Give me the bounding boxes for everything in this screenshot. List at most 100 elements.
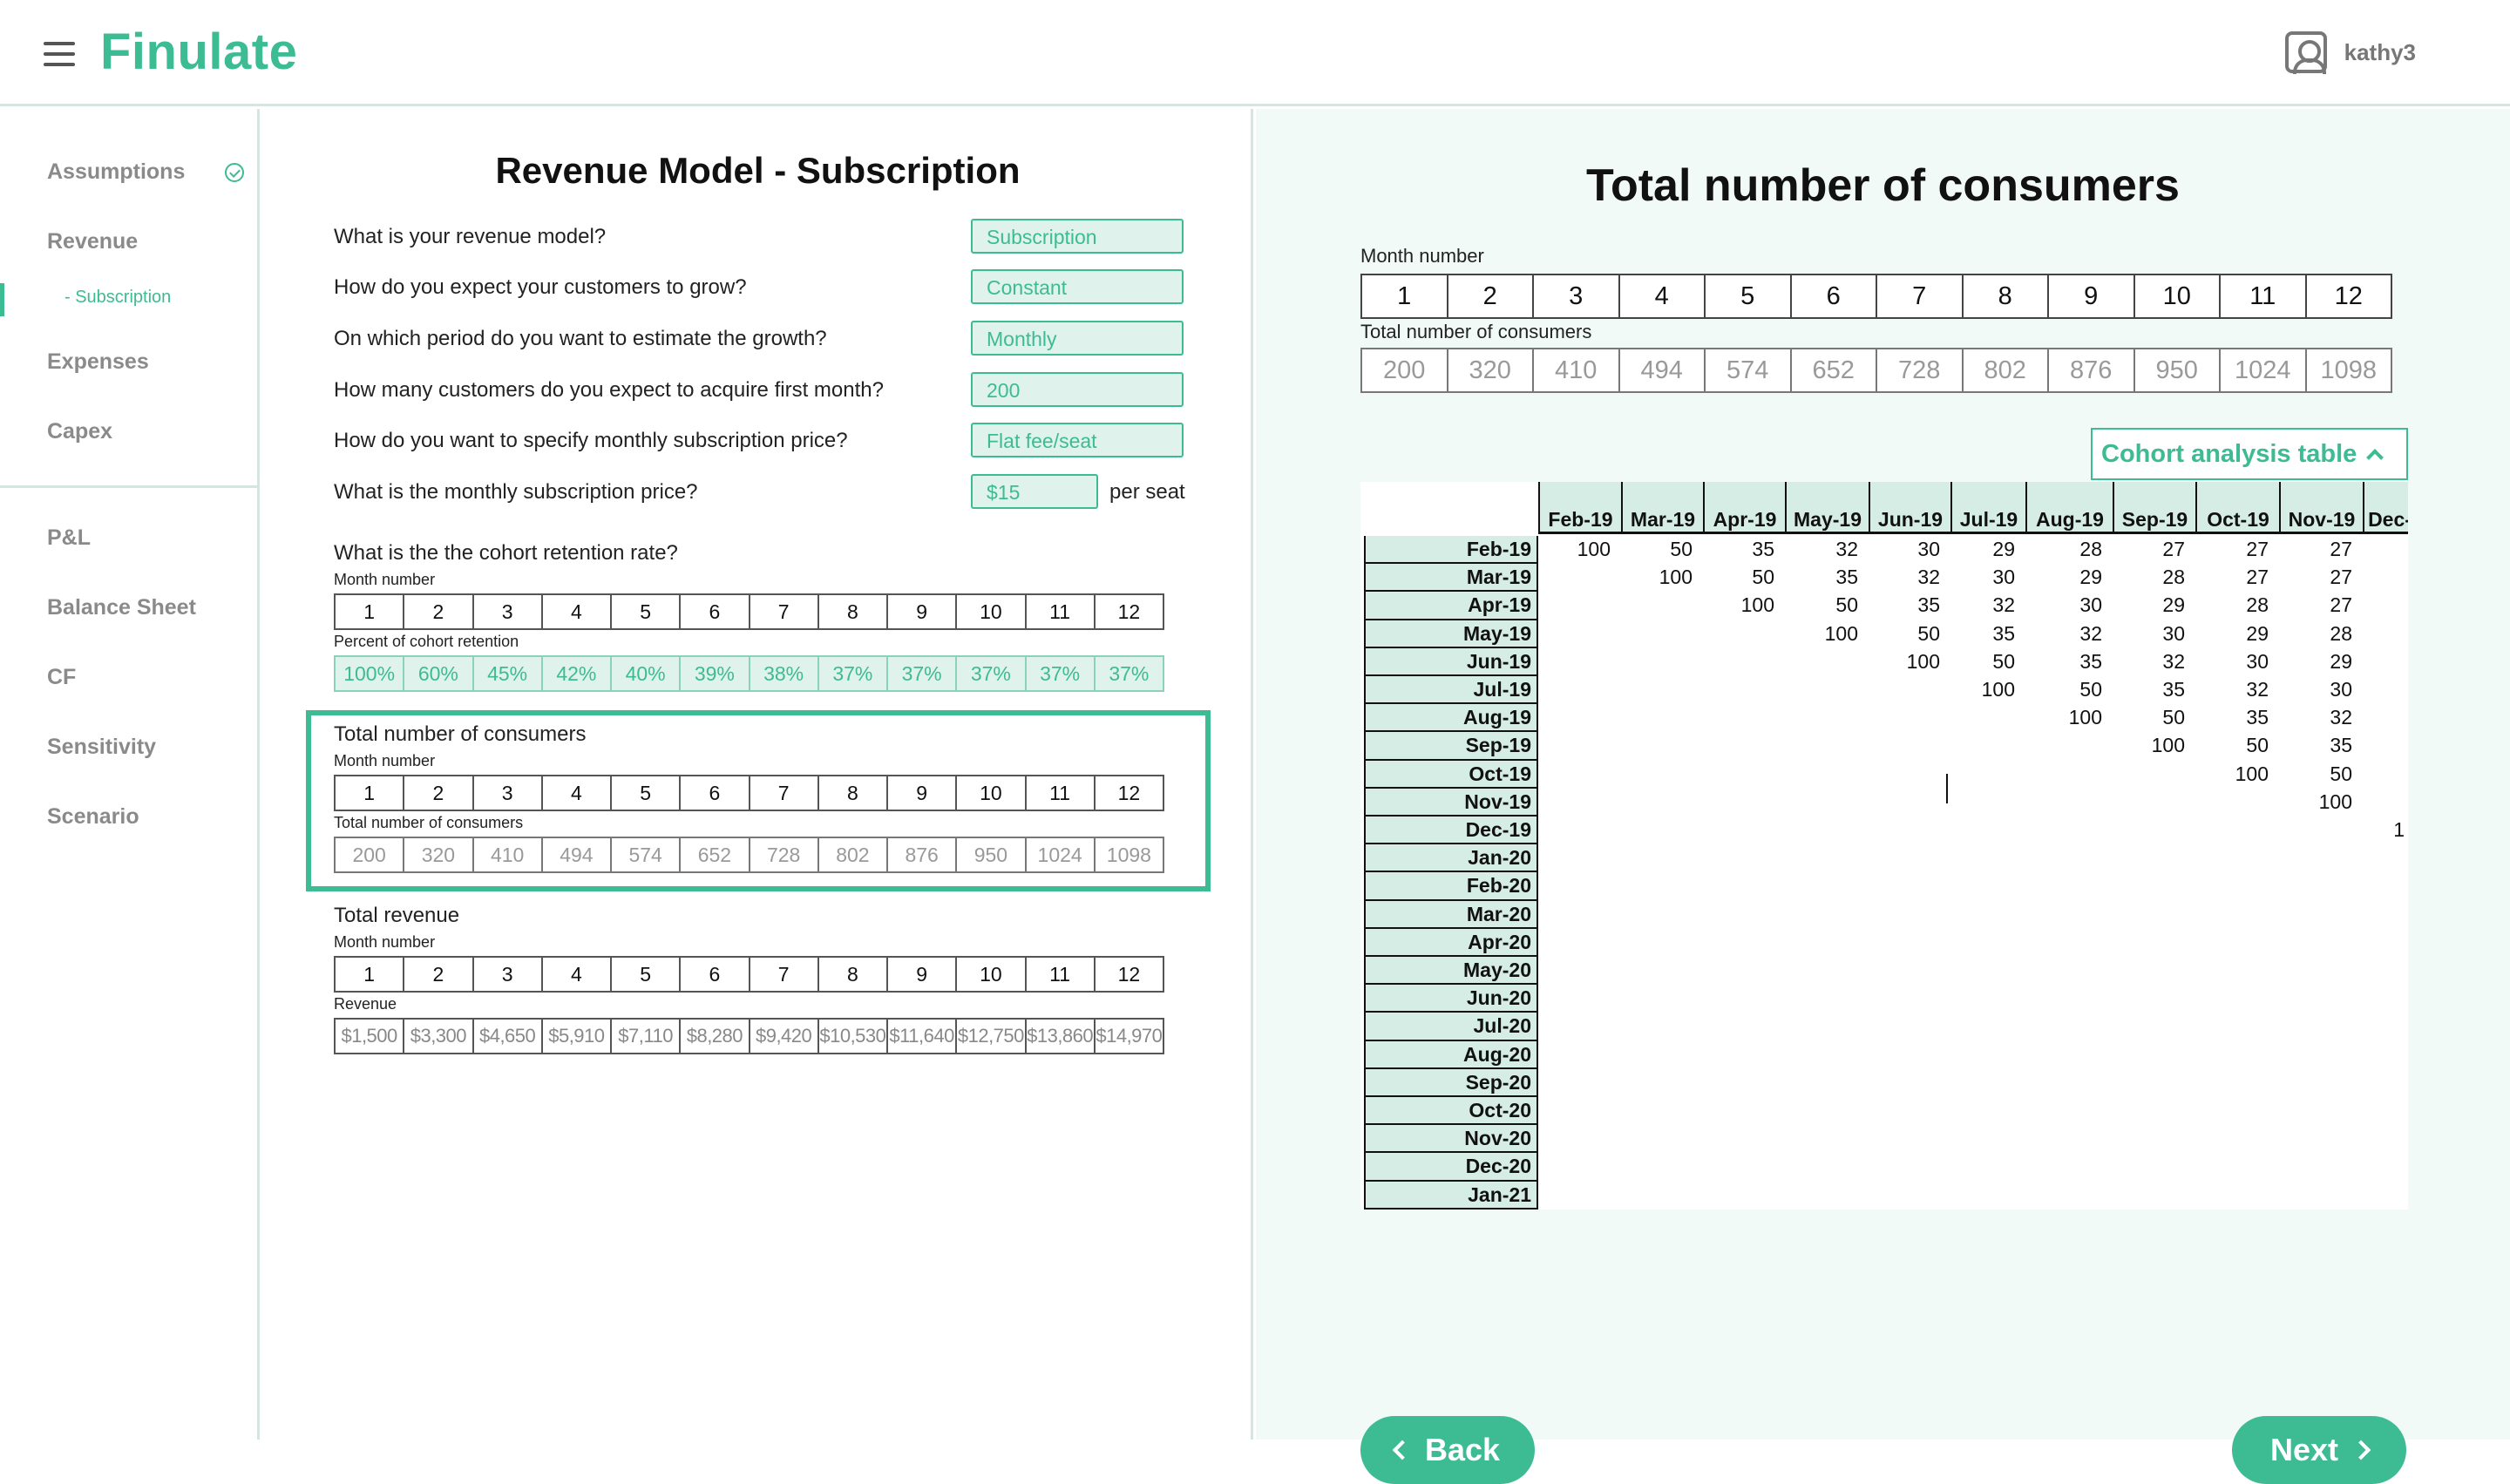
- text-cursor: [1946, 774, 1948, 803]
- growth-type-field[interactable]: Constant: [971, 269, 1184, 304]
- consumers-title: Total number of consumers: [334, 722, 587, 746]
- cohort-row-label: Feb-20: [1364, 872, 1538, 901]
- cohort-cell: 35: [1835, 566, 1858, 589]
- consumers-cell: 728: [748, 837, 819, 873]
- sidebar-item-assumptions[interactable]: Assumptions: [47, 159, 185, 185]
- consumers-values-label: Total number of consumers: [334, 814, 524, 831]
- sidebar-item-pl[interactable]: P&L: [47, 525, 91, 551]
- retention-cell[interactable]: 60%: [403, 655, 474, 692]
- next-label: Next: [2269, 1432, 2339, 1467]
- user-icon[interactable]: [2284, 31, 2327, 74]
- app-logo[interactable]: Finulate: [100, 23, 297, 81]
- retention-title: What is the the cohort retention rate?: [334, 541, 678, 565]
- back-button[interactable]: Back: [1360, 1416, 1535, 1484]
- back-label: Back: [1424, 1432, 1501, 1467]
- page-title: Revenue Model - Subscription: [495, 150, 1021, 191]
- cohort-table[interactable]: Feb-19 Mar-19 Apr-19 May-19 Jun-19 Jul-19 Aug-…: [1360, 482, 2408, 1210]
- subscription-price-field[interactable]: $15: [971, 474, 1098, 509]
- cohort-row-label: Nov-20: [1364, 1125, 1538, 1154]
- retention-cell[interactable]: 37%: [1024, 655, 1096, 692]
- consumers-cell: 410: [1532, 348, 1620, 393]
- cohort-cell: 35: [1752, 538, 1774, 560]
- month-cell: 5: [610, 775, 682, 811]
- month-cell: 4: [540, 775, 612, 811]
- cohort-row-label: Jun-20: [1364, 985, 1538, 1013]
- cohort-column-header: Nov-19: [2279, 482, 2363, 534]
- cohort-row-label: Mar-19: [1364, 564, 1538, 593]
- consumers-cell: 876: [2047, 348, 2135, 393]
- month-cell: 12: [2304, 274, 2392, 319]
- revenue-cell: $10,530: [817, 1018, 888, 1054]
- next-button[interactable]: Next: [2232, 1416, 2406, 1484]
- sidebar-item-cf[interactable]: CF: [47, 665, 76, 690]
- retention-cell[interactable]: 38%: [748, 655, 819, 692]
- cohort-row-label: Jul-19: [1364, 676, 1538, 705]
- retention-cell[interactable]: 37%: [955, 655, 1027, 692]
- active-indicator: [0, 283, 4, 316]
- month-cell: 10: [2133, 274, 2221, 319]
- cohort-row-label: Aug-19: [1364, 704, 1538, 733]
- cohort-cell: 28: [2162, 566, 2185, 589]
- retention-values-label: Percent of cohort retention: [334, 633, 519, 650]
- top-bar: Finulate kathy3: [0, 0, 2510, 106]
- retention-cell[interactable]: 37%: [886, 655, 958, 692]
- cohort-column-header: Mar-19: [1621, 482, 1703, 534]
- cohort-cell: 35: [1917, 593, 1940, 617]
- sidebar-item-scenario[interactable]: Scenario: [47, 804, 139, 830]
- revenue-title: Total revenue: [334, 904, 460, 927]
- sidebar-item-balance-sheet[interactable]: Balance Sheet: [47, 595, 196, 620]
- sidebar-item-revenue[interactable]: Revenue: [47, 229, 138, 254]
- username[interactable]: kathy3: [2344, 39, 2416, 66]
- retention-cell[interactable]: 42%: [540, 655, 612, 692]
- consumers-cell: 652: [679, 837, 750, 873]
- cohort-cell: 30: [1917, 538, 1940, 560]
- consumers-cell: 802: [817, 837, 888, 873]
- user-menu[interactable]: kathy3: [2284, 31, 2416, 74]
- price-unit-label: per seat: [1109, 480, 1185, 504]
- detail-month-row: 1 2 3 4 5 6 7 8 9 10 11 12: [1360, 274, 2392, 319]
- month-cell: 9: [886, 956, 958, 993]
- retention-cell[interactable]: 37%: [1093, 655, 1164, 692]
- revenue-model-field[interactable]: Subscription: [971, 219, 1184, 254]
- month-cell: 2: [403, 956, 474, 993]
- retention-cell[interactable]: 39%: [679, 655, 750, 692]
- cohort-row-label: Sep-19: [1364, 732, 1538, 761]
- month-number-label: Month number: [334, 752, 436, 769]
- question-label: How do you want to specify monthly subsc…: [334, 429, 848, 452]
- month-cell: 4: [540, 593, 612, 630]
- revenue-cell: $8,280: [679, 1018, 750, 1054]
- sidebar-item-capex[interactable]: Capex: [47, 419, 112, 444]
- growth-period-field[interactable]: Monthly: [971, 321, 1184, 356]
- month-cell: 1: [334, 775, 405, 811]
- question-label: What is your revenue model?: [334, 225, 607, 248]
- cohort-cell: 32: [2246, 678, 2269, 701]
- price-type-field[interactable]: Flat fee/seat: [971, 423, 1184, 457]
- month-cell: 4: [1618, 274, 1706, 319]
- cohort-cell: 100: [1659, 566, 1693, 589]
- month-cell: 10: [955, 956, 1027, 993]
- check-circle-icon: [225, 163, 244, 182]
- first-month-customers-field[interactable]: 200: [971, 372, 1184, 407]
- retention-values-row[interactable]: 100% 60% 45% 42% 40% 39% 38% 37% 37% 37% 37% 37%: [334, 655, 1164, 692]
- cohort-row-label: Dec-20: [1364, 1153, 1538, 1182]
- sidebar-item-sensitivity[interactable]: Sensitivity: [47, 735, 156, 760]
- cohort-cell: 50: [2330, 762, 2352, 785]
- retention-cell[interactable]: 45%: [471, 655, 543, 692]
- menu-icon[interactable]: [44, 42, 75, 66]
- month-cell: 11: [1024, 956, 1096, 993]
- revenue-cell: $13,860: [1024, 1018, 1096, 1054]
- retention-cell[interactable]: 100%: [334, 655, 405, 692]
- cohort-cell: 30: [2330, 678, 2352, 701]
- retention-cell[interactable]: 37%: [817, 655, 888, 692]
- sidebar-item-expenses[interactable]: Expenses: [47, 349, 149, 375]
- cohort-analysis-toggle[interactable]: Cohort analysis table: [2091, 428, 2408, 480]
- consumers-cell: 802: [1961, 348, 2049, 393]
- consumers-cell: 320: [403, 837, 474, 873]
- consumers-month-row: 1 2 3 4 5 6 7 8 9 10 11 12: [334, 775, 1164, 811]
- cohort-cell: 29: [2330, 649, 2352, 673]
- retention-cell[interactable]: 40%: [610, 655, 682, 692]
- cohort-cell: 27: [2330, 566, 2352, 589]
- revenue-month-row: 1 2 3 4 5 6 7 8 9 10 11 12: [334, 956, 1164, 993]
- cohort-cell: 32: [1992, 593, 2015, 617]
- sidebar-item-subscription[interactable]: - Subscription: [64, 288, 171, 308]
